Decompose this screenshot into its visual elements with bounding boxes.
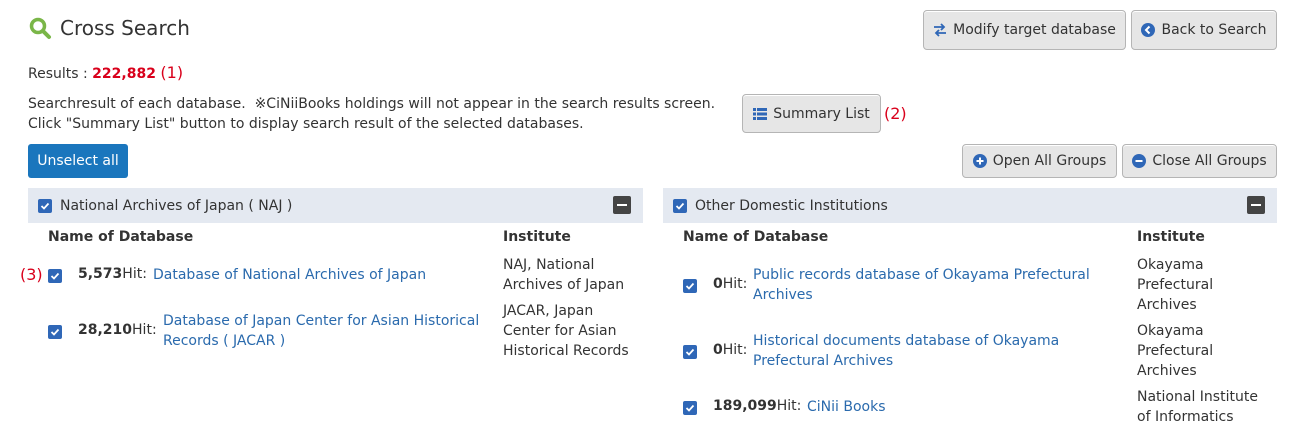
column-header-institute: Institute <box>503 229 571 245</box>
group-header-other-domestic[interactable]: Other Domestic Institutions <box>663 188 1277 223</box>
hit-count: 28,210Hit: <box>78 322 157 338</box>
database-checkbox[interactable] <box>683 401 697 415</box>
database-link[interactable]: CiNii Books <box>807 397 1107 417</box>
collapse-group-button[interactable] <box>613 196 631 214</box>
results-count: 222,882 <box>92 66 156 82</box>
open-all-groups-label: Open All Groups <box>992 153 1107 169</box>
checkmark-icon <box>685 282 695 290</box>
hit-number: 0 <box>713 276 723 292</box>
unselect-all-button[interactable]: Unselect all <box>28 144 128 178</box>
hit-count: 0Hit: <box>713 342 747 358</box>
checkmark-icon <box>50 272 60 280</box>
results-summary: Results : 222,882 (1) <box>28 63 183 82</box>
list-icon <box>753 107 768 120</box>
database-link[interactable]: Public records database of Okayama Prefe… <box>753 265 1113 305</box>
checkmark-icon <box>675 202 685 210</box>
description-line: Searchresult of each database. ※CiNiiBoo… <box>28 96 716 112</box>
group-header-naj[interactable]: National Archives of Japan ( NAJ ) <box>28 188 643 223</box>
page-title: Cross Search <box>28 16 190 40</box>
hit-suffix: Hit: <box>132 322 157 338</box>
hit-number: 5,573 <box>78 266 123 282</box>
hit-suffix: Hit: <box>722 342 748 358</box>
search-description: Searchresult of each database. ※CiNiiBoo… <box>28 94 715 134</box>
group-title: National Archives of Japan ( NAJ ) <box>60 197 293 214</box>
hit-count: 189,099Hit: <box>713 398 801 414</box>
database-link[interactable]: Database of National Archives of Japan <box>153 265 493 285</box>
hit-number: 0 <box>713 342 723 358</box>
modify-target-database-button[interactable]: Modify target database <box>923 10 1126 50</box>
minus-icon <box>1251 204 1261 206</box>
back-to-search-label: Back to Search <box>1161 22 1267 38</box>
back-arrow-circle-icon <box>1141 23 1156 37</box>
database-link[interactable]: Database of Japan Center for Asian Histo… <box>163 311 493 351</box>
back-to-search-button[interactable]: Back to Search <box>1131 10 1277 50</box>
institute-name: JACAR, Japan Center for Asian Historical… <box>503 303 629 359</box>
institute-name: National Institute of Informatics <box>1137 389 1258 425</box>
minus-icon <box>617 204 627 206</box>
hit-count: 0Hit: <box>713 276 747 292</box>
annotation-marker: (3) <box>20 265 43 284</box>
checkmark-icon <box>685 348 695 356</box>
checkmark-icon <box>50 328 60 336</box>
checkmark-icon <box>40 202 50 210</box>
annotation-marker: (1) <box>160 63 184 82</box>
hit-suffix: Hit: <box>776 398 802 414</box>
annotation-marker: (2) <box>884 104 907 123</box>
institute-name: NAJ, National Archives of Japan <box>503 257 625 293</box>
hit-number: 28,210 <box>78 322 133 338</box>
description-line: Click "Summary List" button to display s… <box>28 116 584 132</box>
minus-circle-icon <box>1132 154 1147 168</box>
database-checkbox[interactable] <box>48 325 62 339</box>
database-link[interactable]: Historical documents database of Okayama… <box>753 331 1113 371</box>
plus-circle-icon <box>972 154 987 168</box>
column-header-database: Name of Database <box>48 229 194 245</box>
modify-target-database-label: Modify target database <box>953 22 1116 38</box>
swap-arrows-icon <box>934 23 947 37</box>
column-header-database: Name of Database <box>683 229 829 245</box>
summary-list-button[interactable]: Summary List <box>742 94 881 133</box>
group-checkbox-other-domestic[interactable] <box>673 198 687 213</box>
group-checkbox-naj[interactable] <box>38 198 52 213</box>
results-label: Results : <box>28 66 88 82</box>
summary-list-label: Summary List <box>773 105 870 122</box>
group-title: Other Domestic Institutions <box>695 197 888 214</box>
page-title-text: Cross Search <box>60 16 190 40</box>
hit-count: 5,573Hit: <box>78 266 147 282</box>
institute-name: Okayama Prefectural Archives <box>1137 257 1214 313</box>
hit-number: 189,099 <box>713 398 777 414</box>
close-all-groups-button[interactable]: Close All Groups <box>1122 144 1277 178</box>
checkmark-icon <box>685 404 695 412</box>
database-checkbox[interactable] <box>683 345 697 359</box>
open-all-groups-button[interactable]: Open All Groups <box>962 144 1117 178</box>
close-all-groups-label: Close All Groups <box>1152 153 1267 169</box>
database-checkbox[interactable] <box>683 279 697 293</box>
search-icon <box>29 17 51 39</box>
hit-suffix: Hit: <box>122 266 147 282</box>
collapse-group-button[interactable] <box>1247 196 1265 214</box>
institute-name: Okayama Prefectural Archives <box>1137 323 1214 379</box>
hit-suffix: Hit: <box>722 276 748 292</box>
column-header-institute: Institute <box>1137 229 1205 245</box>
database-checkbox[interactable] <box>48 269 62 283</box>
